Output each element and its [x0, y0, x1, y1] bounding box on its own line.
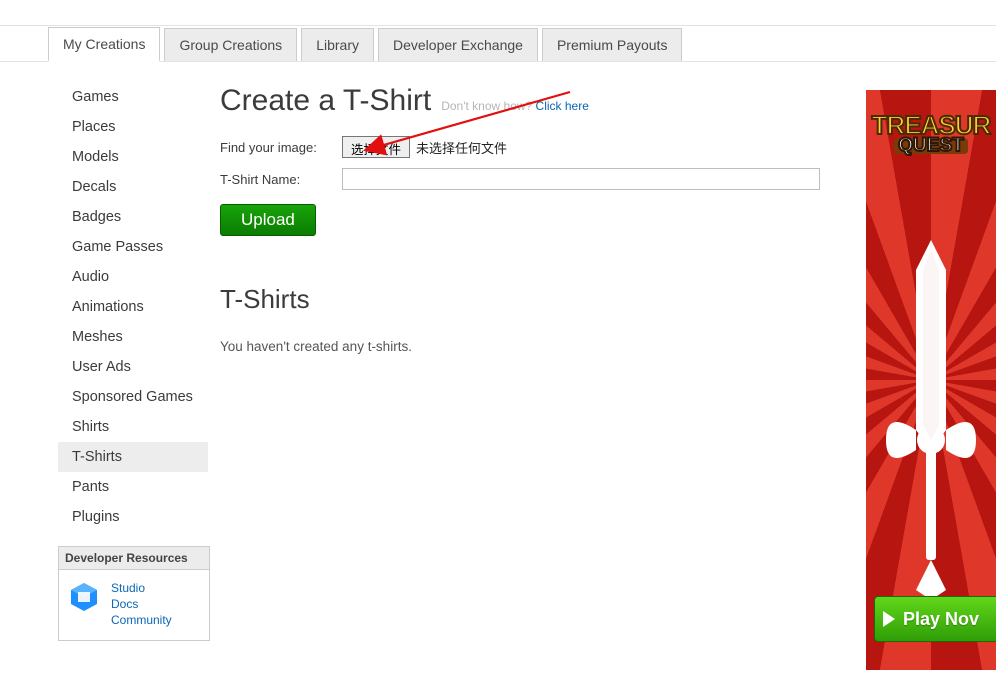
tshirt-name-label: T-Shirt Name: — [220, 172, 342, 187]
studio-icon — [67, 580, 101, 614]
section-title: T-Shirts — [220, 284, 860, 315]
page-title: Create a T-Shirt — [220, 84, 431, 118]
developer-resources-box: Developer Resources Studio Docs Communit… — [58, 546, 210, 641]
sidebar-item-animations[interactable]: Animations — [58, 292, 208, 322]
sidebar-item-games[interactable]: Games — [58, 82, 208, 112]
developer-resources-heading: Developer Resources — [59, 547, 209, 570]
sidebar-item-audio[interactable]: Audio — [58, 262, 208, 292]
developer-resources-links: Studio Docs Community — [111, 580, 172, 628]
sidebar-item-meshes[interactable]: Meshes — [58, 322, 208, 352]
help-text: Don't know how? Click here — [441, 99, 589, 113]
sidebar-item-badges[interactable]: Badges — [58, 202, 208, 232]
ad-banner[interactable]: TREASUR QUEST Play Nov — [866, 90, 996, 670]
sidebar-item-models[interactable]: Models — [58, 142, 208, 172]
file-status: 未选择任何文件 — [416, 138, 507, 157]
sidebar-item-user-ads[interactable]: User Ads — [58, 352, 208, 382]
play-icon — [883, 611, 895, 627]
choose-file-button[interactable]: 选择文件 — [342, 136, 410, 158]
play-label: Play Nov — [903, 609, 979, 630]
sidebar-item-t-shirts[interactable]: T-Shirts — [58, 442, 208, 472]
ad-logo: TREASUR QUEST — [866, 114, 996, 154]
sidebar-item-pants[interactable]: Pants — [58, 472, 208, 502]
tab-premium-payouts[interactable]: Premium Payouts — [542, 28, 682, 61]
tab-my-creations[interactable]: My Creations — [48, 27, 160, 62]
sword-icon — [876, 240, 986, 600]
sidebar-item-places[interactable]: Places — [58, 112, 208, 142]
link-docs[interactable]: Docs — [111, 596, 172, 612]
find-image-label: Find your image: — [220, 140, 342, 155]
help-prefix: Don't know how? — [441, 99, 535, 113]
ad-logo-top: TREASUR — [866, 114, 996, 136]
play-now-button[interactable]: Play Nov — [874, 596, 996, 642]
empty-message: You haven't created any t-shirts. — [220, 339, 860, 354]
main-content: Create a T-Shirt Don't know how? Click h… — [208, 62, 870, 354]
help-link[interactable]: Click here — [536, 99, 589, 113]
sidebar-item-shirts[interactable]: Shirts — [58, 412, 208, 442]
sidebar-item-decals[interactable]: Decals — [58, 172, 208, 202]
link-studio[interactable]: Studio — [111, 580, 172, 596]
tab-bar: My Creations Group Creations Library Dev… — [0, 26, 996, 62]
tshirt-name-input[interactable] — [342, 168, 820, 190]
sidebar-item-plugins[interactable]: Plugins — [58, 502, 208, 532]
tab-library[interactable]: Library — [301, 28, 374, 61]
ad-logo-bottom: QUEST — [894, 138, 967, 154]
sidebar: Games Places Models Decals Badges Game P… — [58, 82, 208, 641]
sidebar-item-game-passes[interactable]: Game Passes — [58, 232, 208, 262]
upload-button[interactable]: Upload — [220, 204, 316, 236]
top-toolbar-gap — [0, 0, 996, 26]
tab-developer-exchange[interactable]: Developer Exchange — [378, 28, 538, 61]
tab-group-creations[interactable]: Group Creations — [164, 28, 297, 61]
sidebar-item-sponsored-games[interactable]: Sponsored Games — [58, 382, 208, 412]
link-community[interactable]: Community — [111, 612, 172, 628]
